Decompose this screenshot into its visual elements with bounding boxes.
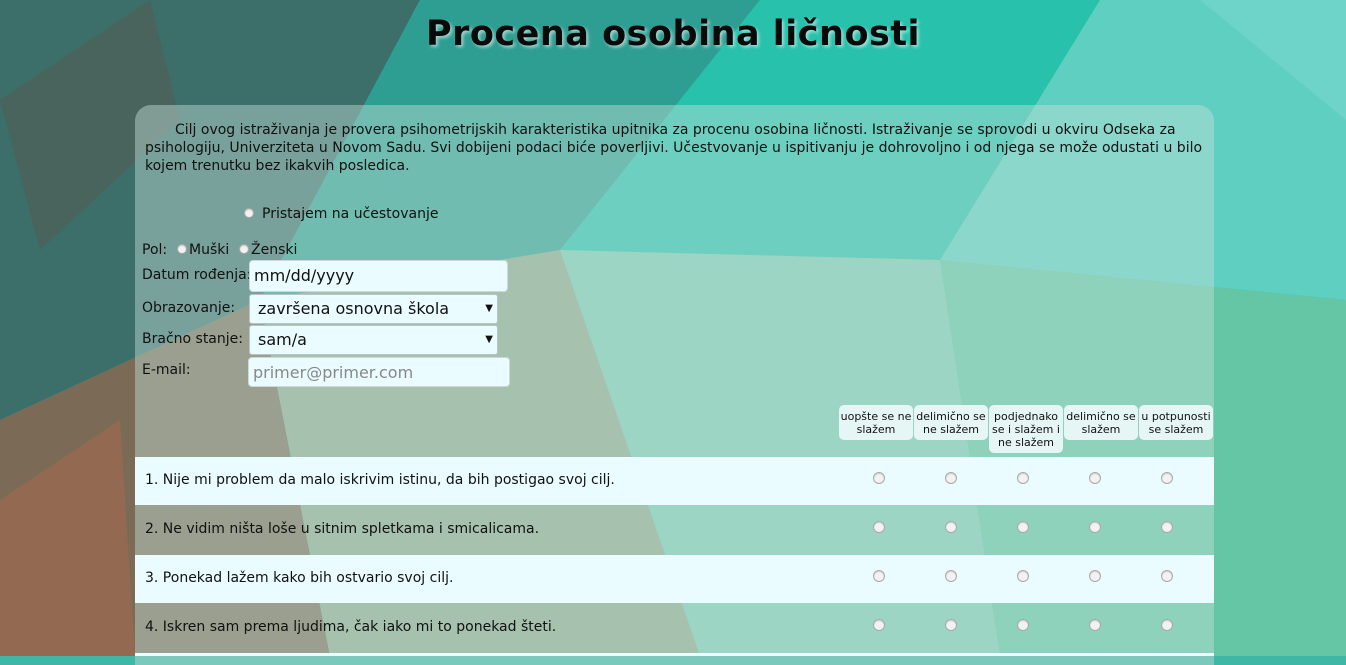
- question-text: 2. Ne vidim ništa loše u sitnim spletkam…: [145, 521, 540, 537]
- answer-radio[interactable]: [945, 521, 957, 533]
- answer-radio[interactable]: [1089, 570, 1101, 582]
- scale-header-3: podjednako se i slažem i ne slažem: [989, 405, 1063, 453]
- answer-radio[interactable]: [1161, 570, 1173, 582]
- question-row: 3. Ponekad lažem kako bih ostvario svoj …: [135, 555, 1214, 603]
- answer-radio[interactable]: [1089, 521, 1101, 533]
- consent-radio[interactable]: [244, 208, 254, 218]
- question-text: 3. Ponekad lažem kako bih ostvario svoj …: [145, 570, 454, 586]
- answer-radio[interactable]: [1017, 570, 1029, 582]
- scale-header-2: delimično se ne slažem: [914, 405, 988, 440]
- answer-radio[interactable]: [873, 619, 885, 631]
- marital-select[interactable]: sam/a ▼: [249, 325, 498, 355]
- answer-radio[interactable]: [945, 472, 957, 484]
- dropdown-arrow-icon: ▼: [485, 334, 493, 345]
- gender-female-label: Ženski: [251, 242, 298, 258]
- education-select[interactable]: završena osnovna škola ▼: [249, 294, 498, 324]
- email-input[interactable]: primer@primer.com: [248, 357, 510, 387]
- gender-male-radio[interactable]: [177, 244, 187, 254]
- question-row: 2. Ne vidim ništa loše u sitnim spletkam…: [135, 506, 1214, 554]
- email-label: E-mail:: [142, 362, 191, 378]
- answer-radio[interactable]: [1161, 472, 1173, 484]
- scale-header-4: delimično se slažem: [1064, 405, 1138, 440]
- scale-header-5: u potpunosti se slažem: [1139, 405, 1213, 440]
- marital-label: Bračno stanje:: [142, 331, 243, 347]
- answer-radio[interactable]: [945, 570, 957, 582]
- answer-radio[interactable]: [1161, 619, 1173, 631]
- dob-label: Datum rođenja:: [142, 267, 252, 283]
- answer-radio[interactable]: [873, 521, 885, 533]
- question-text: 1. Nije mi problem da malo iskrivim isti…: [145, 472, 615, 488]
- answer-radio[interactable]: [1017, 521, 1029, 533]
- dob-input[interactable]: mm/dd/yyyy: [249, 260, 508, 292]
- gender-female-radio[interactable]: [239, 244, 249, 254]
- answer-radio[interactable]: [1161, 521, 1173, 533]
- answer-radio[interactable]: [1089, 472, 1101, 484]
- answer-radio[interactable]: [1017, 472, 1029, 484]
- answer-radio[interactable]: [1089, 619, 1101, 631]
- question-row: 4. Iskren sam prema ljudima, čak iako mi…: [135, 604, 1214, 652]
- answer-radio[interactable]: [873, 570, 885, 582]
- consent-label: Pristajem na učestovanje: [262, 206, 439, 222]
- dropdown-arrow-icon: ▼: [485, 303, 493, 314]
- gender-male-label: Muški: [189, 242, 230, 258]
- intro-text: Cilj ovog istraživanja je provera psihom…: [145, 122, 1203, 174]
- gender-label: Pol:: [142, 242, 168, 258]
- answer-radio[interactable]: [1017, 619, 1029, 631]
- marital-selected-value: sam/a: [258, 330, 307, 349]
- email-placeholder: primer@primer.com: [253, 363, 414, 382]
- answer-radio[interactable]: [945, 619, 957, 631]
- page-title: Procena osobina ličnosti: [425, 14, 921, 54]
- question-text: 4. Iskren sam prema ljudima, čak iako mi…: [145, 619, 557, 635]
- answer-radio[interactable]: [873, 472, 885, 484]
- education-selected-value: završena osnovna škola: [258, 299, 450, 318]
- question-row: 1. Nije mi problem da malo iskrivim isti…: [135, 457, 1214, 505]
- education-label: Obrazovanje:: [142, 300, 236, 316]
- scale-header-1: uopšte se ne slažem: [839, 405, 913, 440]
